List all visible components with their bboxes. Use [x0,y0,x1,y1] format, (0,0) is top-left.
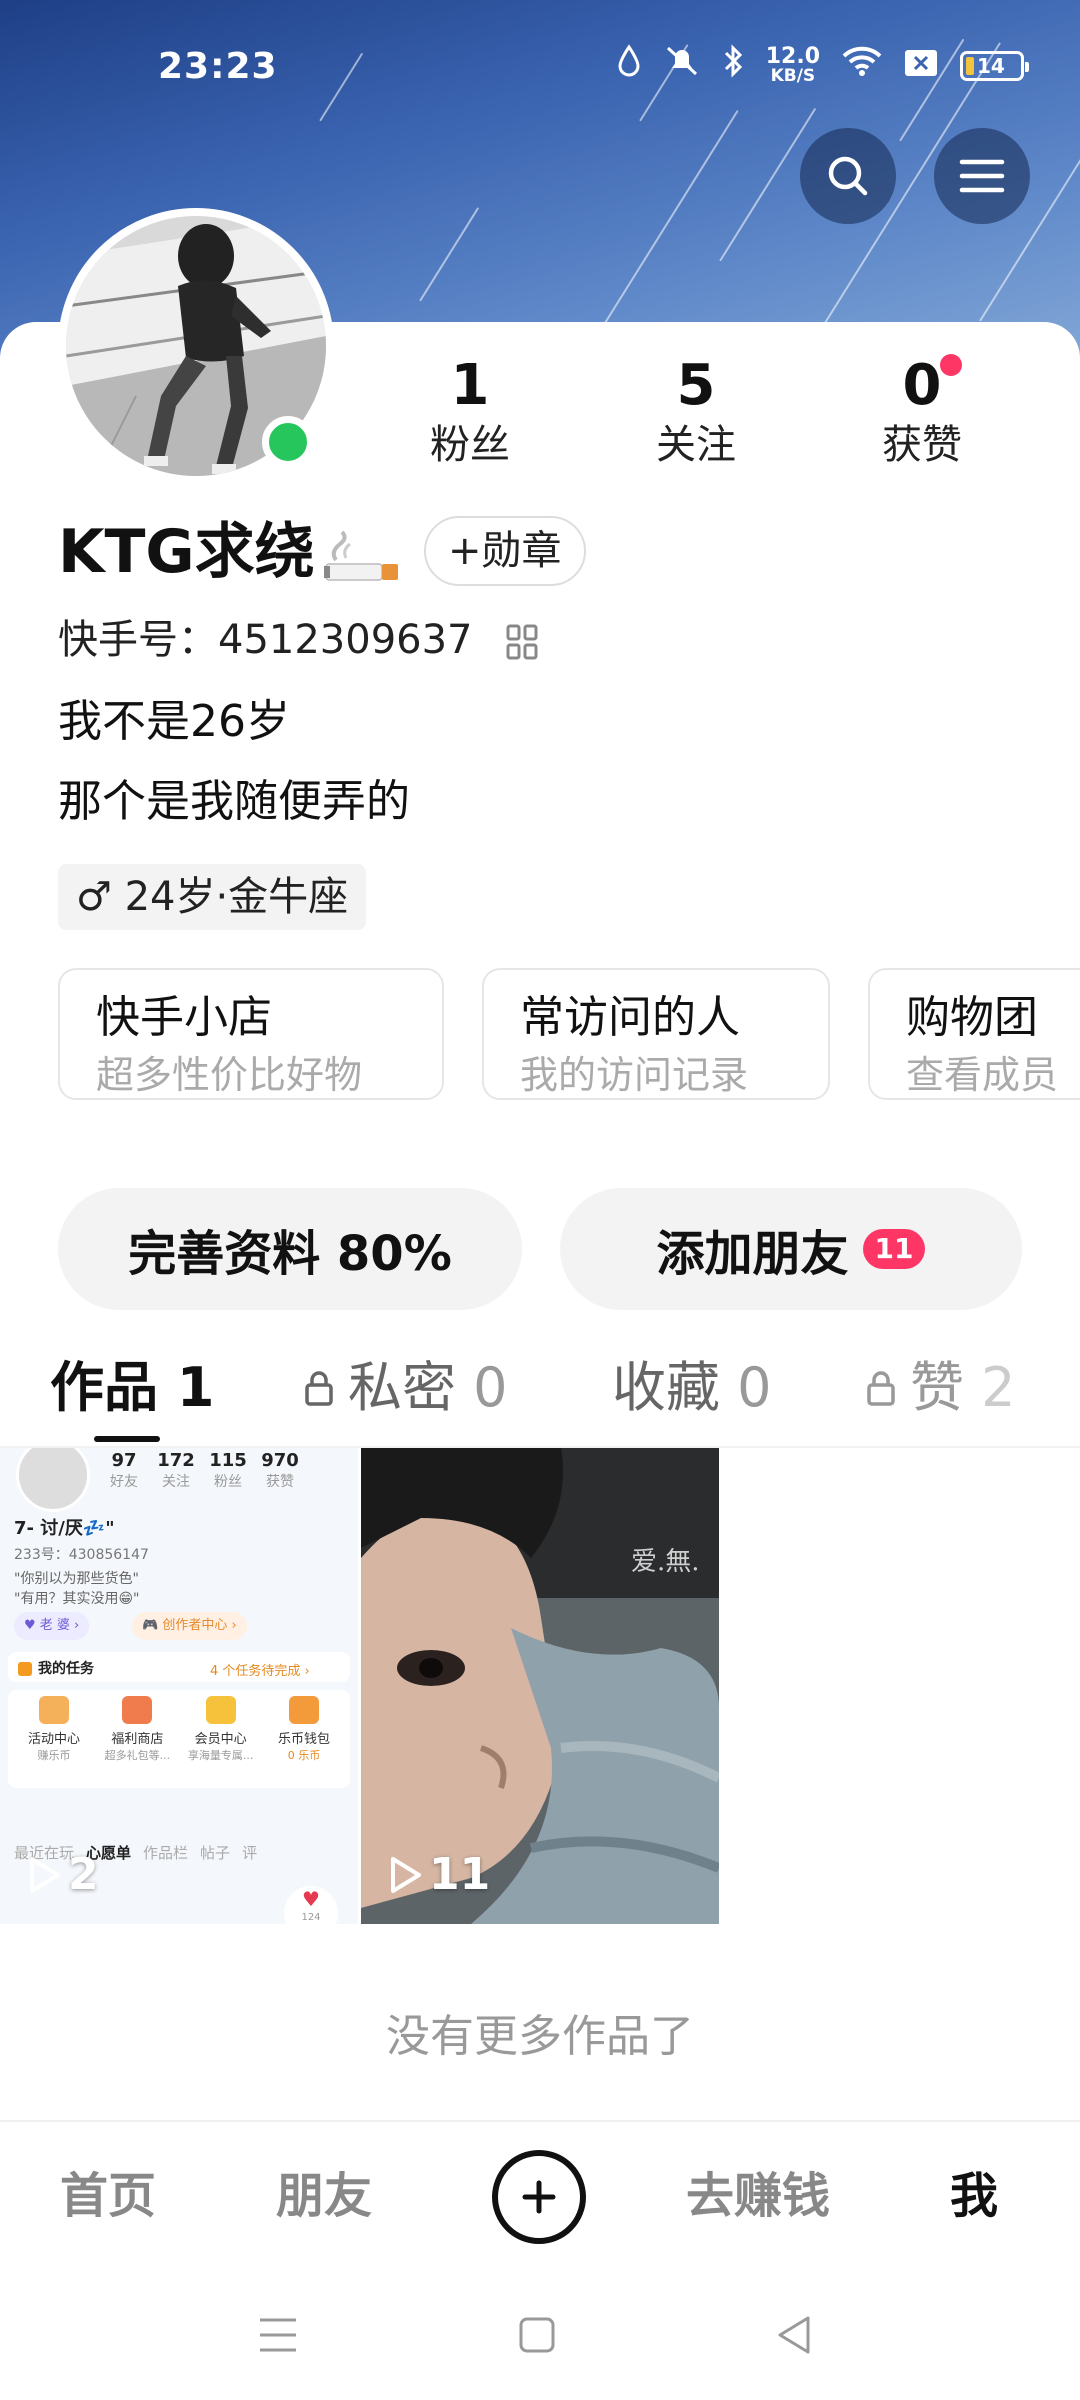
service-card-visitors[interactable]: 常访问的人 我的访问记录 [482,968,830,1100]
tab-count: 2 [981,1356,1016,1419]
bluetooth-icon [722,44,744,87]
stat-followers[interactable]: 1 粉丝 [390,352,550,470]
tab-liked[interactable]: 赞 2 [866,1352,1016,1424]
following-count: 5 [676,353,716,418]
status-time: 23:23 [158,46,278,87]
recent-apps-icon[interactable] [258,2316,298,2354]
following-label: 关注 [656,422,736,468]
tab-works[interactable]: 作品 1 [50,1352,214,1424]
service-title: 快手小店 [96,992,272,1043]
service-subtitle: 查看成员 [906,1053,1059,1097]
svg-text:爱.無.: 爱.無. [631,1547,700,1577]
play-icon [30,1856,60,1893]
kuaishou-id-label: 快手号： [58,617,218,663]
qr-code-icon[interactable] [506,624,538,660]
likes-notification-dot [940,354,962,376]
work-thumbnail-1[interactable]: 97 好友 172 关注 115 粉丝 970 获赞 7- 讨/厌💤" 233号：430… [0,1448,358,1924]
sim-blocked-icon [904,46,938,86]
network-speed: 12.0 KB/S [765,44,820,86]
kuaishou-id[interactable]: 快手号：4512309637 [58,612,473,668]
service-card-group[interactable]: 购物团 查看成员 [868,968,1080,1100]
drop-icon [616,44,642,87]
tab-label: 作品 [50,1356,158,1419]
age-zodiac-tag: ♂ 24岁·金牛座 [58,864,367,930]
add-friends-label: 添加朋友 [656,1226,849,1282]
stat-following[interactable]: 5 关注 [616,352,776,470]
profile-name: KTG求绕 [58,517,315,587]
system-navigation-bar [0,2274,1080,2400]
bio-line-1: 我不是26岁 [58,696,290,747]
nav-friends[interactable]: 朋友 [276,2164,372,2228]
play-icon [391,1856,421,1893]
status-bar: 23:23 12.0 KB/S 14 [0,0,1080,140]
complete-profile-label: 完善资料 80% [128,1226,452,1282]
service-title: 购物团 [906,992,1038,1043]
tab-active-indicator [94,1436,160,1442]
nav-me[interactable]: 我 [950,2164,998,2228]
add-badge-button[interactable]: +勋章 [424,516,586,586]
battery-indicator: 14 [960,50,1029,81]
search-button[interactable] [800,128,896,224]
tab-private[interactable]: 私密 0 [304,1352,508,1424]
create-button[interactable] [492,2150,586,2244]
service-card-shop[interactable]: 快手小店 超多性价比好物 [58,968,444,1100]
followers-label: 粉丝 [430,422,510,468]
play-count: 11 [387,1849,490,1900]
plus-icon [522,2180,556,2214]
nav-earn[interactable]: 去赚钱 [686,2164,830,2228]
silent-bell-icon [664,44,700,87]
service-subtitle: 超多性价比好物 [96,1053,363,1097]
bottom-navigation: 首页 朋友 去赚钱 我 [0,2120,1080,2274]
stat-likes[interactable]: 0 获赞 [842,352,1002,470]
home-square-icon[interactable] [518,2316,556,2354]
service-subtitle: 我的访问记录 [520,1053,749,1097]
online-status-dot [262,416,314,468]
tab-label: 私密 [348,1356,456,1419]
work-thumbnail-2[interactable]: 爱.無. 11 [361,1448,719,1924]
play-count: 2 [26,1849,99,1900]
back-triangle-icon[interactable] [774,2314,814,2356]
menu-icon [959,159,1005,193]
complete-profile-button[interactable]: 完善资料 80% [58,1188,522,1310]
no-more-works-text: 没有更多作品了 [386,2011,694,2062]
lock-icon [867,1371,895,1406]
add-friends-button[interactable]: 添加朋友 11 [560,1188,1022,1310]
nav-home[interactable]: 首页 [60,2164,156,2228]
tab-count: 0 [737,1356,772,1419]
menu-button[interactable] [934,128,1030,224]
tab-count: 1 [176,1356,215,1419]
followers-count: 1 [450,353,490,418]
tab-count: 0 [473,1356,508,1419]
cigarette-emoji-icon [324,530,398,581]
service-title: 常访问的人 [520,992,740,1043]
likes-count: 0 [902,353,942,418]
tab-label: 收藏 [612,1356,720,1419]
bio-line-2: 那个是我随便弄的 [58,776,410,827]
lock-icon [305,1371,333,1406]
add-friends-count-badge: 11 [862,1229,926,1269]
search-icon [828,156,868,196]
kuaishou-id-value: 4512309637 [218,617,473,663]
tab-favorites[interactable]: 收藏 0 [612,1352,772,1424]
tab-label: 赞 [910,1356,964,1419]
wifi-icon [842,45,882,86]
likes-label: 获赞 [882,422,962,468]
